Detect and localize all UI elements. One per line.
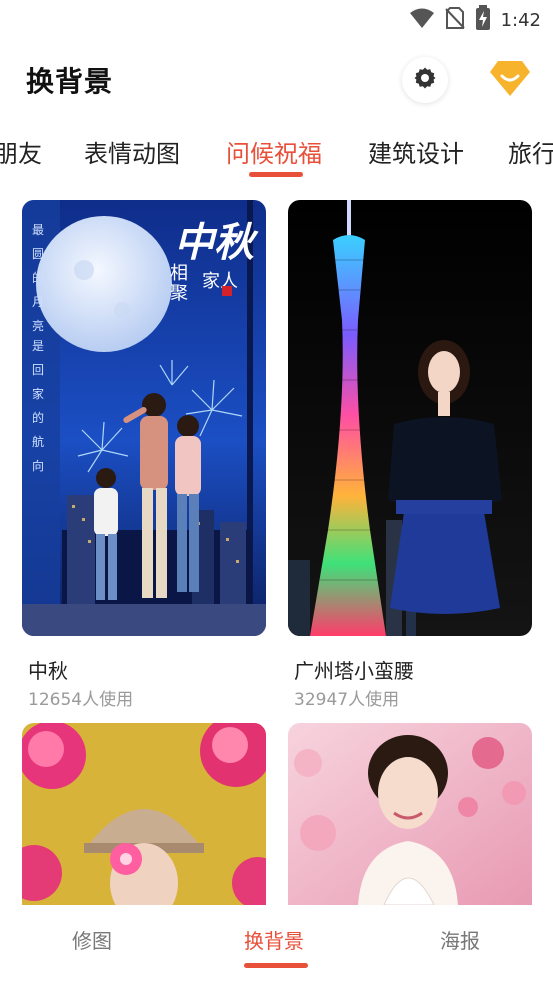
poster-seal [222, 286, 232, 296]
status-time: 1:42 [500, 9, 541, 31]
template-thumbnail-peony[interactable] [22, 723, 266, 905]
template-card-mid-autumn[interactable]: 中秋 相聚 家人 最圆的月亮 是回家的航向 [22, 200, 266, 636]
diamond-icon [489, 59, 531, 101]
poster-vertical-text-a: 最圆的月亮 [32, 223, 45, 333]
tab-emoji-gif[interactable]: 表情动图 [84, 134, 180, 169]
poster-calligraphy: 中秋 [174, 219, 254, 266]
nav-retouch[interactable]: 修图 [72, 925, 112, 954]
wifi-icon [409, 7, 435, 33]
template-title-mid-autumn: 中秋 [28, 659, 68, 683]
tab-greetings[interactable]: 问候祝福 [226, 134, 322, 169]
page-title: 换背景 [26, 65, 114, 98]
template-title-canton-tower: 广州塔小蛮腰 [294, 659, 414, 683]
nav-change-background[interactable]: 换背景 [244, 925, 304, 954]
poster-subtitle-left: 相聚 [170, 263, 188, 304]
vip-button[interactable] [488, 60, 532, 100]
template-card-canton-tower[interactable] [288, 200, 532, 636]
nav-active-indicator [244, 963, 308, 968]
nav-poster[interactable]: 海报 [440, 925, 480, 954]
gear-icon [413, 66, 437, 94]
template-thumbnail-canton-tower[interactable] [288, 200, 532, 636]
template-thumbnail-plum-blossom[interactable] [288, 723, 532, 905]
tab-active-indicator [249, 172, 303, 177]
template-usage-mid-autumn: 12654人使用 [28, 690, 134, 710]
tab-friends[interactable]: 朋友 [0, 134, 42, 169]
status-icons: 1:42 [409, 5, 541, 35]
battery-charging-icon [475, 5, 491, 35]
tab-travel[interactable]: 旅行 [508, 134, 553, 169]
template-thumbnail-mid-autumn[interactable]: 中秋 相聚 家人 最圆的月亮 是回家的航向 [22, 200, 266, 636]
settings-button[interactable] [402, 57, 448, 103]
tab-architecture[interactable]: 建筑设计 [368, 134, 464, 169]
bottom-navigation: 修图 换背景 海报 [0, 905, 553, 983]
template-card-plum-blossom[interactable] [288, 723, 532, 905]
template-usage-canton-tower: 32947人使用 [294, 690, 400, 710]
status-bar: 1:42 [0, 0, 553, 40]
header: 换背景 [0, 50, 553, 110]
no-sim-icon [444, 6, 465, 34]
template-card-peony[interactable] [22, 723, 266, 905]
poster-vertical-text-b: 是回家的航向 [32, 339, 45, 473]
category-tabs: 朋友 表情动图 问候祝福 建筑设计 旅行 [0, 130, 553, 180]
